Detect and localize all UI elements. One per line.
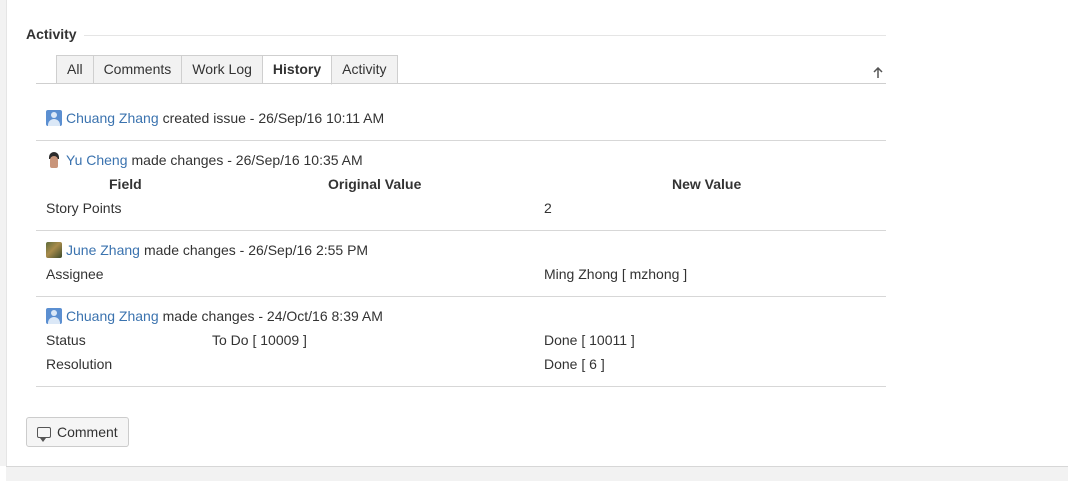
user-avatar-icon[interactable] <box>46 242 62 258</box>
change-field: Resolution <box>46 356 113 372</box>
tab-history[interactable]: History <box>262 55 333 85</box>
entry-action: made changes - 24/Oct/16 8:39 AM <box>162 308 383 324</box>
user-link[interactable]: June Zhang <box>66 242 140 258</box>
column-header-original-value: Original Value <box>328 176 422 192</box>
user-avatar-icon[interactable] <box>46 308 62 324</box>
tab-activity[interactable]: Activity <box>332 55 398 84</box>
history-entry: June Zhang made changes - 26/Sep/16 2:55… <box>46 242 368 258</box>
entry-divider <box>36 140 886 141</box>
change-field: Story Points <box>46 200 122 216</box>
user-link[interactable]: Yu Cheng <box>66 152 128 168</box>
user-link[interactable]: Chuang Zhang <box>66 110 159 126</box>
entry-action: made changes - 26/Sep/16 10:35 AM <box>131 152 363 168</box>
bottom-bar <box>6 466 1068 481</box>
entry-divider <box>36 296 886 297</box>
tabs-divider <box>36 83 886 84</box>
entry-action: made changes - 26/Sep/16 2:55 PM <box>143 242 369 258</box>
history-entry: Chuang Zhang made changes - 24/Oct/16 8:… <box>46 308 383 324</box>
activity-section-title: Activity <box>26 26 77 42</box>
comment-button[interactable]: Comment <box>26 417 129 447</box>
left-panel-edge <box>0 0 7 466</box>
activity-tabs: All Comments Work Log History Activity <box>56 55 398 85</box>
user-avatar-icon[interactable] <box>46 152 62 168</box>
user-link[interactable]: Chuang Zhang <box>66 308 159 324</box>
section-divider <box>84 35 886 36</box>
change-new-value: Done [ 6 ] <box>544 356 605 372</box>
entry-divider <box>36 386 886 387</box>
column-header-new-value: New Value <box>672 176 742 192</box>
comment-button-label: Comment <box>57 424 118 440</box>
history-entry: Chuang Zhang created issue - 26/Sep/16 1… <box>46 110 384 126</box>
tab-all[interactable]: All <box>56 55 94 84</box>
change-new-value: Ming Zhong [ mzhong ] <box>544 266 688 282</box>
arrow-up-icon[interactable] <box>873 66 883 82</box>
tab-work-log[interactable]: Work Log <box>182 55 263 84</box>
user-avatar-icon[interactable] <box>46 110 62 126</box>
entry-action: created issue - 26/Sep/16 10:11 AM <box>162 110 385 126</box>
change-new-value: Done [ 10011 ] <box>544 332 635 348</box>
change-original-value: To Do [ 10009 ] <box>212 332 307 348</box>
tab-comments[interactable]: Comments <box>93 55 183 84</box>
history-entry: Yu Cheng made changes - 26/Sep/16 10:35 … <box>46 152 363 168</box>
change-field: Assignee <box>46 266 104 282</box>
column-header-field: Field <box>109 176 142 192</box>
comment-icon <box>37 426 51 442</box>
change-field: Status <box>46 332 86 348</box>
change-new-value: 2 <box>544 200 552 216</box>
entry-divider <box>36 230 886 231</box>
